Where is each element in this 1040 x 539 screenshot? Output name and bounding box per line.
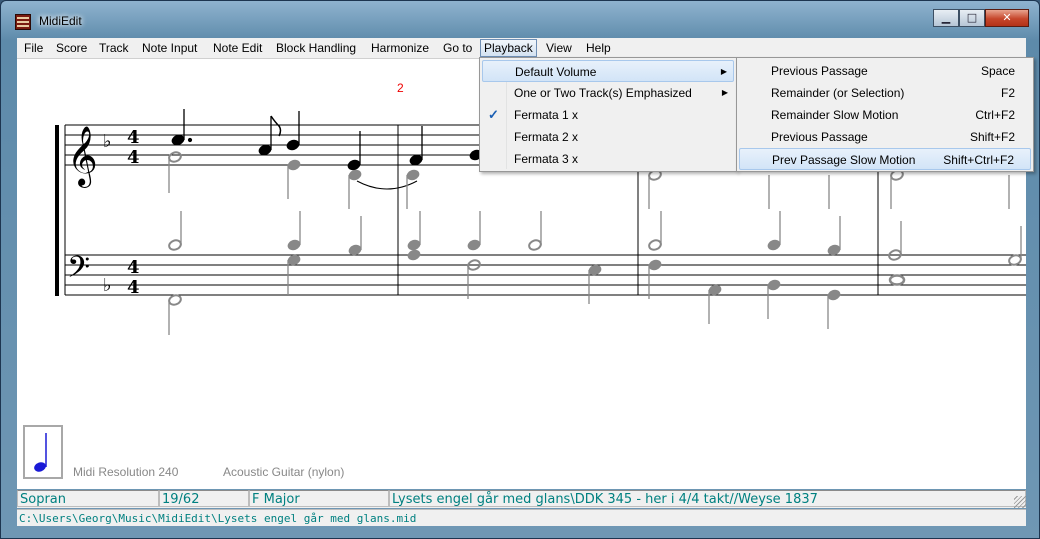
submenu-arrow-icon: ▶ [721,88,728,97]
close-button[interactable]: ✕ [985,9,1029,27]
menu-view[interactable]: View [543,40,575,56]
submenu-arrow-icon: ▶ [720,67,727,76]
menu-item-label: Fermata 1 x [514,108,579,122]
menu-item-previous-passage[interactable]: Previous Passage Space [739,60,1031,82]
menu-item-prev-passage-slow-motion[interactable]: Prev Passage Slow Motion Shift+Ctrl+F2 [739,148,1031,170]
menu-item-shortcut: F2 [1000,86,1015,100]
bass-clef-icon: 𝄢 [67,251,90,292]
menu-item-fermata-2x[interactable]: Fermata 2 x [482,126,734,148]
resize-grip-icon[interactable] [1014,496,1026,508]
menu-score[interactable]: Score [53,40,90,56]
menu-item-previous-passage-2[interactable]: Previous Passage Shift+F2 [739,126,1031,148]
menu-item-shortcut: Shift+F2 [969,130,1015,144]
flat-icon: ♭ [103,131,112,152]
status-title: Lysets engel går med glans\DDK 345 - her… [389,490,1026,507]
status-position: 19/62 [159,490,249,507]
minimize-button[interactable]: ▁ [933,9,959,27]
bass-staff [65,254,1026,296]
flat-icon: ♭ [103,275,112,296]
status-track: Sopran [17,490,159,507]
menu-item-shortcut: Ctrl+F2 [975,108,1015,122]
menu-bar: File Score Track Note Input Note Edit Bl… [17,38,1026,59]
menu-item-label: Remainder (or Selection) [771,86,905,100]
tie [356,180,418,190]
menu-item-label: One or Two Track(s) Emphasized [514,86,692,100]
menu-harmonize[interactable]: Harmonize [368,40,432,56]
menu-item-label: Previous Passage [771,64,868,78]
soprano-notes[interactable] [171,109,483,171]
menu-item-label: Fermata 2 x [514,130,579,144]
menu-item-fermata-3x[interactable]: Fermata 3 x [482,148,734,170]
title-bar[interactable]: MidiEdit ▁ □ ✕ [1,1,1039,37]
menu-note-input[interactable]: Note Input [139,40,200,56]
time-signature-bottom: 4 [127,147,140,168]
menu-item-label: Default Volume [515,65,597,79]
status-bar: Sopran 19/62 F Major Lysets engel går me… [17,490,1026,508]
bass-notes[interactable] [168,254,906,335]
maximize-button[interactable]: □ [959,9,985,27]
default-volume-submenu: Previous Passage Space Remainder (or Sel… [736,57,1034,172]
midiedit-app-icon[interactable] [15,14,31,30]
menu-item-fermata-1x[interactable]: ✓ Fermata 1 x [482,104,734,126]
status-key: F Major [249,490,389,507]
menu-file[interactable]: File [21,40,46,56]
menu-go-to[interactable]: Go to [440,40,475,56]
menu-item-shortcut: Space [980,64,1015,78]
status-file-path: C:\Users\Georg\Music\MidiEdit\Lysets eng… [17,509,1026,526]
menu-note-edit[interactable]: Note Edit [210,40,265,56]
menu-block-handling[interactable]: Block Handling [273,40,359,56]
menu-item-remainder[interactable]: Remainder (or Selection) F2 [739,82,1031,104]
menu-playback[interactable]: Playback [480,39,537,57]
menu-track[interactable]: Track [96,40,132,56]
system-bar [55,125,59,296]
time-signature-top: 4 [127,257,140,278]
menu-item-label: Remainder Slow Motion [771,108,899,122]
menu-item-shortcut: Shift+Ctrl+F2 [943,153,1014,167]
menu-help[interactable]: Help [583,40,614,56]
playback-menu: Default Volume ▶ One or Two Track(s) Emp… [479,57,737,172]
menu-item-label: Previous Passage [771,130,868,144]
instrument-label: Acoustic Guitar (nylon) [223,465,345,479]
time-signature-top: 4 [127,127,140,148]
quarter-note-icon [34,433,47,472]
menu-item-default-volume[interactable]: Default Volume ▶ [482,60,734,82]
checkmark-icon: ✓ [488,107,499,122]
menu-item-label: Fermata 3 x [514,152,579,166]
treble-clef-icon: 𝄞 [67,126,98,188]
window-title: MidiEdit [39,14,82,28]
app-window: MidiEdit ▁ □ ✕ File Score Track Note Inp… [0,0,1040,539]
menu-item-track-emphasized[interactable]: One or Two Track(s) Emphasized ▶ [482,82,734,104]
time-signature-bottom: 4 [127,277,140,298]
menu-item-label: Prev Passage Slow Motion [772,153,916,167]
current-note-box[interactable] [23,425,63,479]
midi-resolution-label: Midi Resolution 240 [73,465,179,479]
menu-item-remainder-slow-motion[interactable]: Remainder Slow Motion Ctrl+F2 [739,104,1031,126]
